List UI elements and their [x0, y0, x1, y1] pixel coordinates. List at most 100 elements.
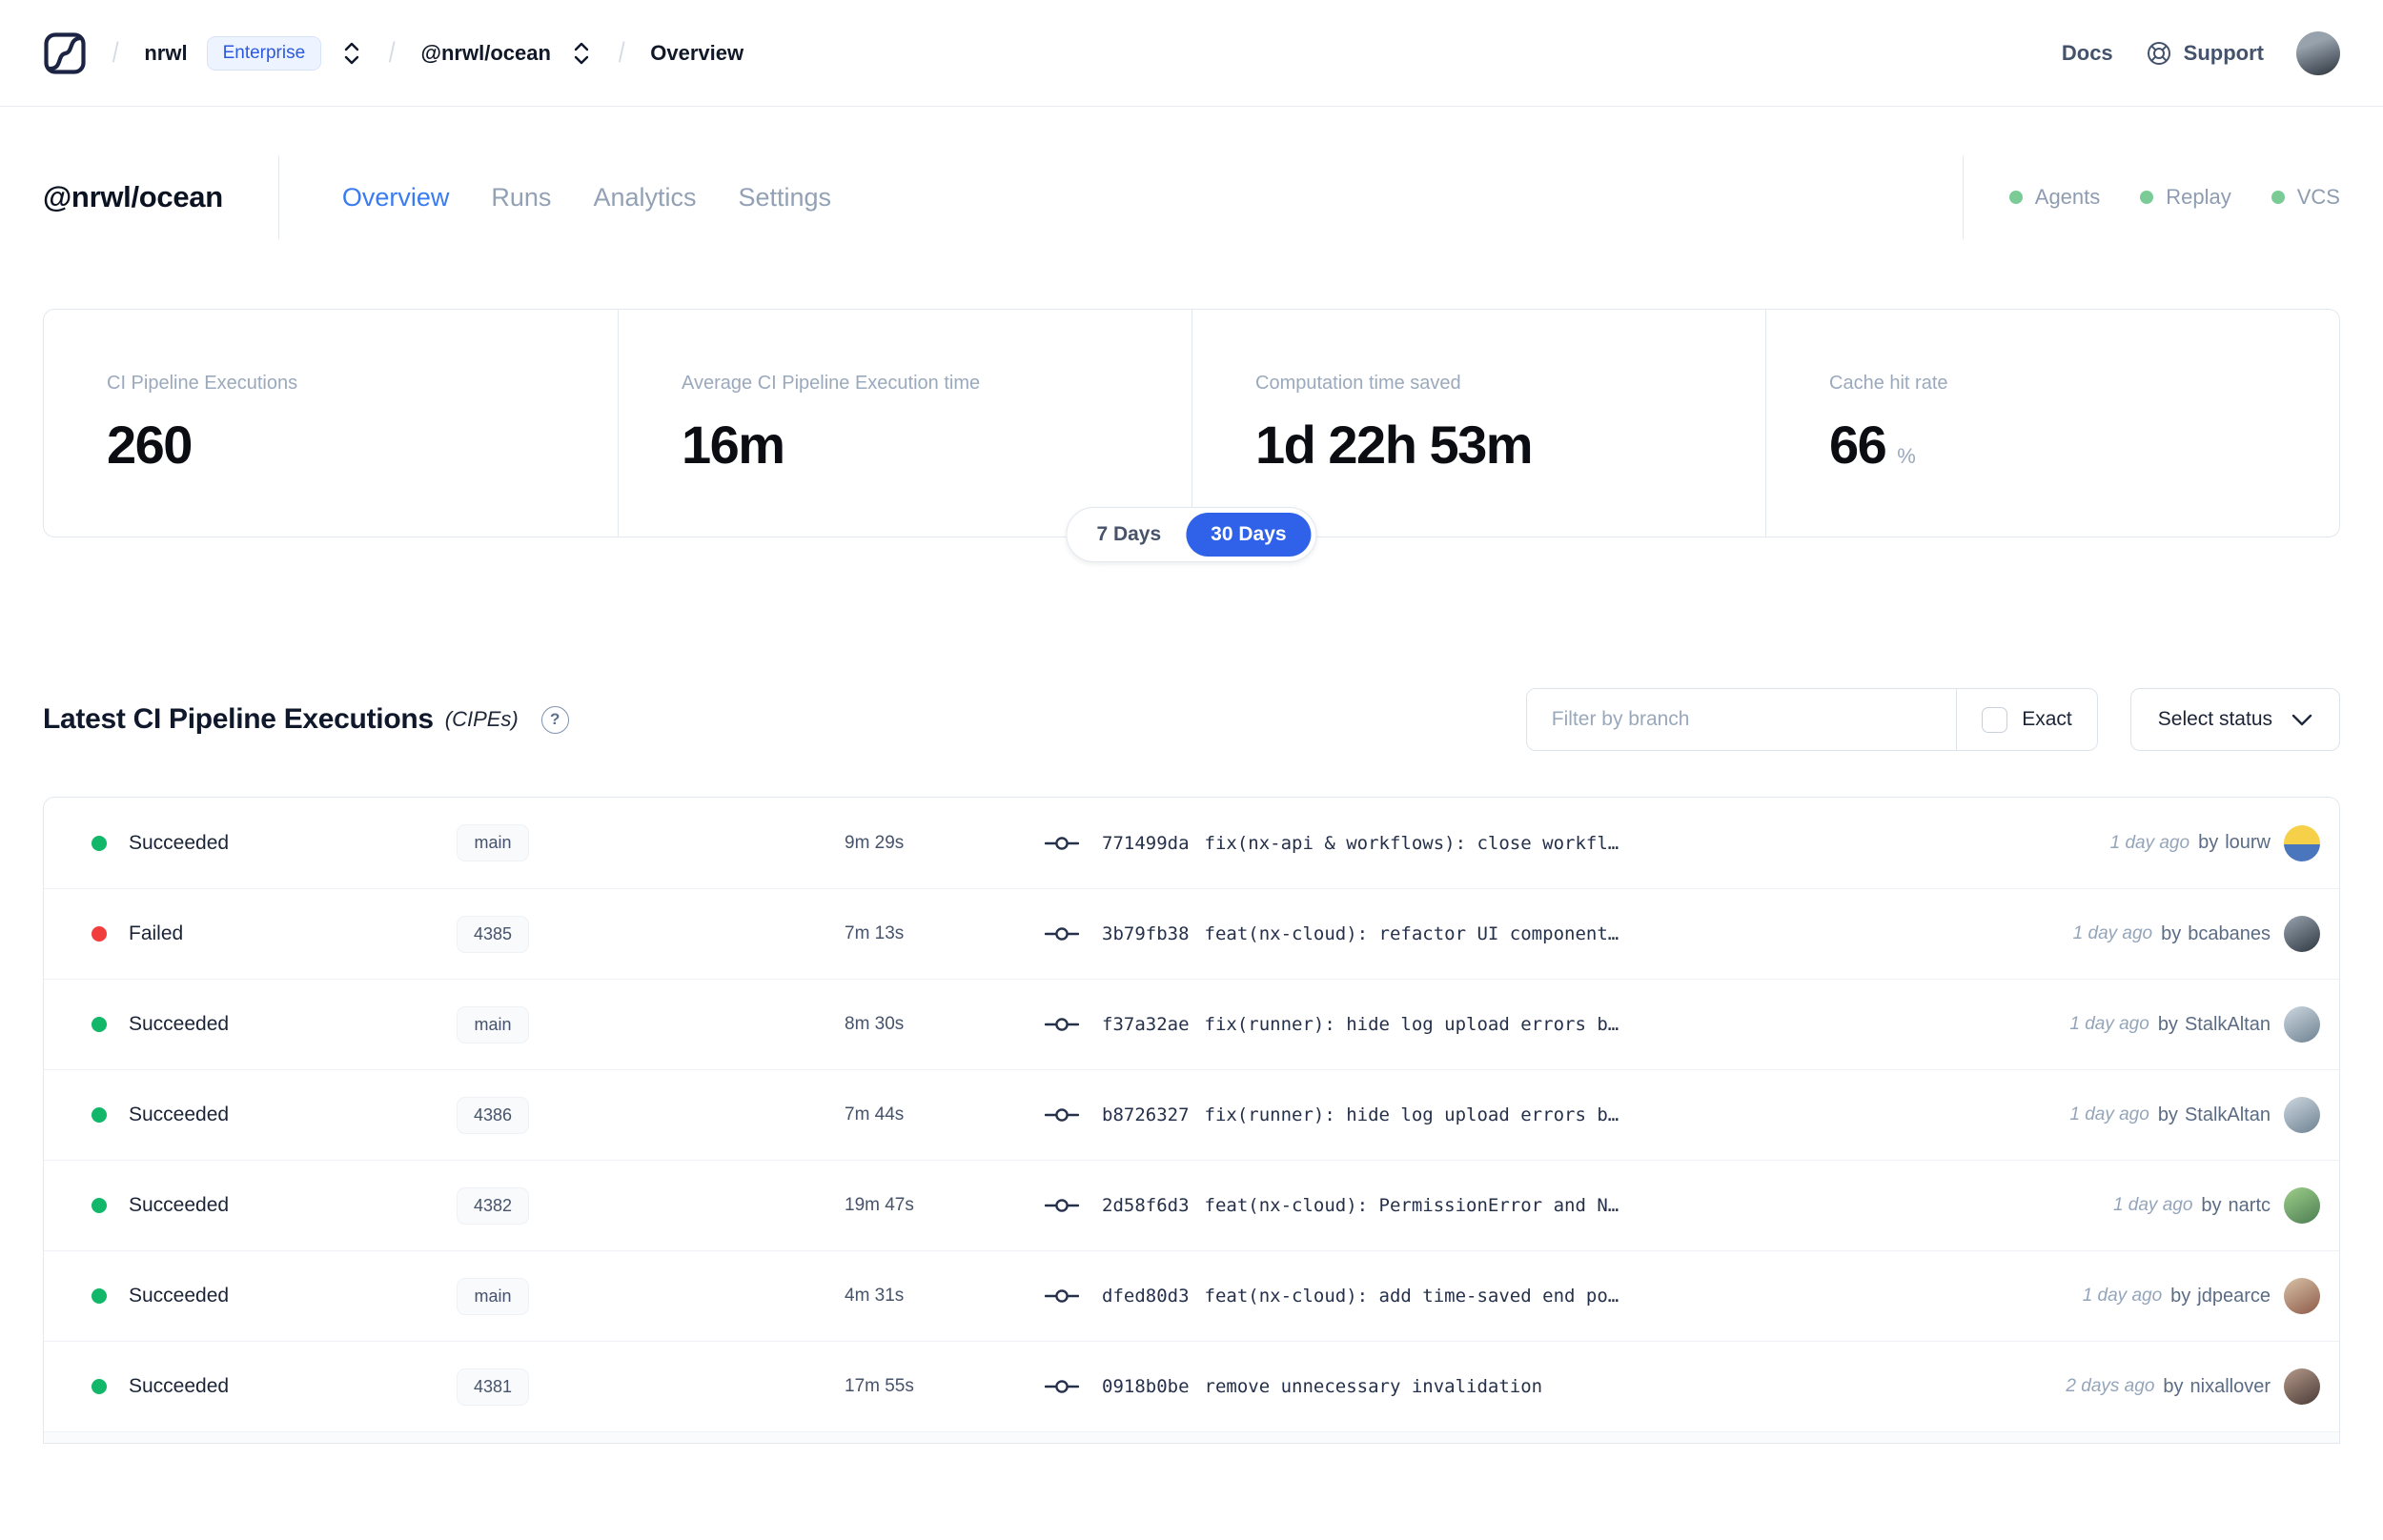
status-select-button[interactable]: Select status [2129, 688, 2340, 751]
commit-message: feat(nx-cloud): PermissionError and N… [1204, 1195, 1619, 1216]
branch-badge[interactable]: 4381 [457, 1368, 529, 1406]
author-name: nixallover [2190, 1375, 2271, 1397]
branch-badge[interactable]: main [457, 824, 529, 861]
commit-message: fix(runner): hide log upload errors b… [1204, 1014, 1619, 1035]
status-dot [92, 1107, 107, 1123]
cipe-row[interactable]: Succeeded main 9m 29s 771499da fix(nx-ap… [44, 798, 2339, 888]
author-name: bcabanes [2188, 922, 2271, 944]
stat-label: Cache hit rate [1829, 373, 1948, 394]
author-name: nartc [2228, 1194, 2271, 1216]
stat-cache-hit-rate: Cache hit rate 66% [1765, 310, 2339, 537]
chevron-down-icon [2291, 714, 2312, 726]
author-name: lourw [2225, 832, 2271, 853]
stat-label: CI Pipeline Executions [107, 373, 298, 394]
next-row-partial [44, 1431, 2339, 1443]
branch-badge[interactable]: 4385 [457, 915, 529, 953]
tab-analytics[interactable]: Analytics [593, 183, 696, 213]
service-vcs[interactable]: VCS [2271, 185, 2340, 210]
stat-label: Computation time saved [1255, 373, 1461, 394]
branch-filter-input[interactable] [1526, 689, 1957, 750]
stat-value: 1d 22h 53m [1255, 415, 1534, 475]
avatar[interactable] [2284, 1097, 2320, 1133]
divider [1962, 155, 1964, 239]
time-ago: 2 days ago [2066, 1376, 2155, 1396]
duration: 17m 55s [845, 1376, 914, 1396]
commit-hash[interactable]: dfed80d3 [1102, 1286, 1190, 1307]
support-link[interactable]: Support [2146, 40, 2264, 67]
commit-icon [1045, 1015, 1079, 1034]
commit-hash[interactable]: 2d58f6d3 [1102, 1195, 1190, 1216]
status-dot [92, 835, 107, 851]
date-range-toggle: 7 Days 30 Days [1066, 507, 1317, 562]
author-name: jdpearce [2197, 1285, 2271, 1307]
author-name: StalkAltan [2184, 1013, 2271, 1035]
avatar[interactable] [2284, 824, 2320, 861]
cipe-row[interactable]: Succeeded 4381 17m 55s 0918b0be remove u… [44, 1341, 2339, 1431]
time-ago: 1 day ago [2082, 1286, 2163, 1306]
cipe-row[interactable]: Succeeded 4382 19m 47s 2d58f6d3 feat(nx-… [44, 1160, 2339, 1250]
status-dot-green [2140, 191, 2154, 204]
range-30-days-button[interactable]: 30 Days [1186, 513, 1312, 557]
branch-badge[interactable]: 4382 [457, 1186, 529, 1225]
stat-label: Average CI Pipeline Execution time [682, 373, 981, 394]
stat-computation-time-saved: Computation time saved 1d 22h 53m [1192, 310, 1765, 537]
tab-settings[interactable]: Settings [738, 183, 831, 213]
user-avatar[interactable] [2296, 30, 2340, 75]
by-label: by [2163, 1375, 2184, 1397]
stat-ci-pipeline-executions: CI Pipeline Executions 260 [44, 310, 618, 537]
workspace-switcher-button[interactable] [570, 35, 593, 71]
support-label: Support [2183, 40, 2264, 65]
commit-icon [1045, 1287, 1079, 1306]
commit-hash[interactable]: 0918b0be [1102, 1376, 1190, 1397]
by-label: by [2161, 922, 2182, 944]
status-label: Succeeded [129, 1375, 230, 1397]
cipe-row[interactable]: Succeeded main 8m 30s f37a32ae fix(runne… [44, 979, 2339, 1069]
cipes-toolbar: Latest CI Pipeline Executions (CIPEs) ? … [0, 688, 2383, 751]
commit-hash[interactable]: 3b79fb38 [1102, 923, 1190, 944]
commit-icon [1045, 1196, 1079, 1215]
service-replay[interactable]: Replay [2140, 185, 2231, 210]
cipes-subtitle: (CIPEs) [444, 707, 519, 731]
commit-icon [1045, 1377, 1079, 1396]
avatar[interactable] [2284, 916, 2320, 952]
status-label: Succeeded [129, 1104, 230, 1125]
service-label: Agents [2034, 185, 2101, 209]
help-icon[interactable]: ? [540, 705, 569, 734]
commit-message: feat(nx-cloud): add time-saved end po… [1204, 1286, 1619, 1307]
tab-runs[interactable]: Runs [491, 183, 551, 213]
time-ago: 1 day ago [2069, 1014, 2149, 1034]
workspace-tabs: Overview Runs Analytics Settings [342, 183, 831, 213]
status-label: Failed [129, 922, 184, 944]
cipe-row[interactable]: Succeeded 4386 7m 44s b8726327 fix(runne… [44, 1069, 2339, 1160]
branch-badge[interactable]: main [457, 1277, 529, 1315]
service-label: Replay [2166, 185, 2231, 209]
avatar[interactable] [2284, 1368, 2320, 1405]
docs-link[interactable]: Docs [2062, 41, 2113, 66]
plan-badge: Enterprise [206, 35, 322, 71]
breadcrumb-org[interactable]: nrwl [144, 41, 187, 66]
branch-badge[interactable]: 4386 [457, 1096, 529, 1134]
exact-checkbox[interactable] [1982, 706, 2008, 733]
cipe-row[interactable]: Failed 4385 7m 13s 3b79fb38 feat(nx-clou… [44, 888, 2339, 979]
tab-overview[interactable]: Overview [342, 183, 450, 213]
stat-unit: % [1897, 444, 1916, 468]
commit-hash[interactable]: 771499da [1102, 833, 1190, 854]
top-navbar: / nrwl Enterprise / @nrwl/ocean / Overvi… [0, 0, 2383, 107]
by-label: by [2198, 832, 2219, 853]
avatar[interactable] [2284, 1187, 2320, 1224]
status-dot [92, 926, 107, 942]
range-7-days-button[interactable]: 7 Days [1071, 513, 1186, 557]
commit-hash[interactable]: b8726327 [1102, 1104, 1190, 1125]
service-agents[interactable]: Agents [2008, 185, 2101, 210]
org-switcher-button[interactable] [340, 35, 363, 71]
nx-cloud-logo-icon[interactable] [43, 31, 87, 75]
avatar[interactable] [2284, 1006, 2320, 1043]
breadcrumb-workspace[interactable]: @nrwl/ocean [421, 41, 551, 66]
cipe-row[interactable]: Succeeded main 4m 31s dfed80d3 feat(nx-c… [44, 1250, 2339, 1341]
stat-value: 16m [682, 415, 785, 475]
avatar[interactable] [2284, 1278, 2320, 1314]
duration: 7m 13s [845, 923, 905, 943]
commit-hash[interactable]: f37a32ae [1102, 1014, 1190, 1035]
branch-badge[interactable]: main [457, 1005, 529, 1044]
duration: 4m 31s [845, 1286, 905, 1306]
